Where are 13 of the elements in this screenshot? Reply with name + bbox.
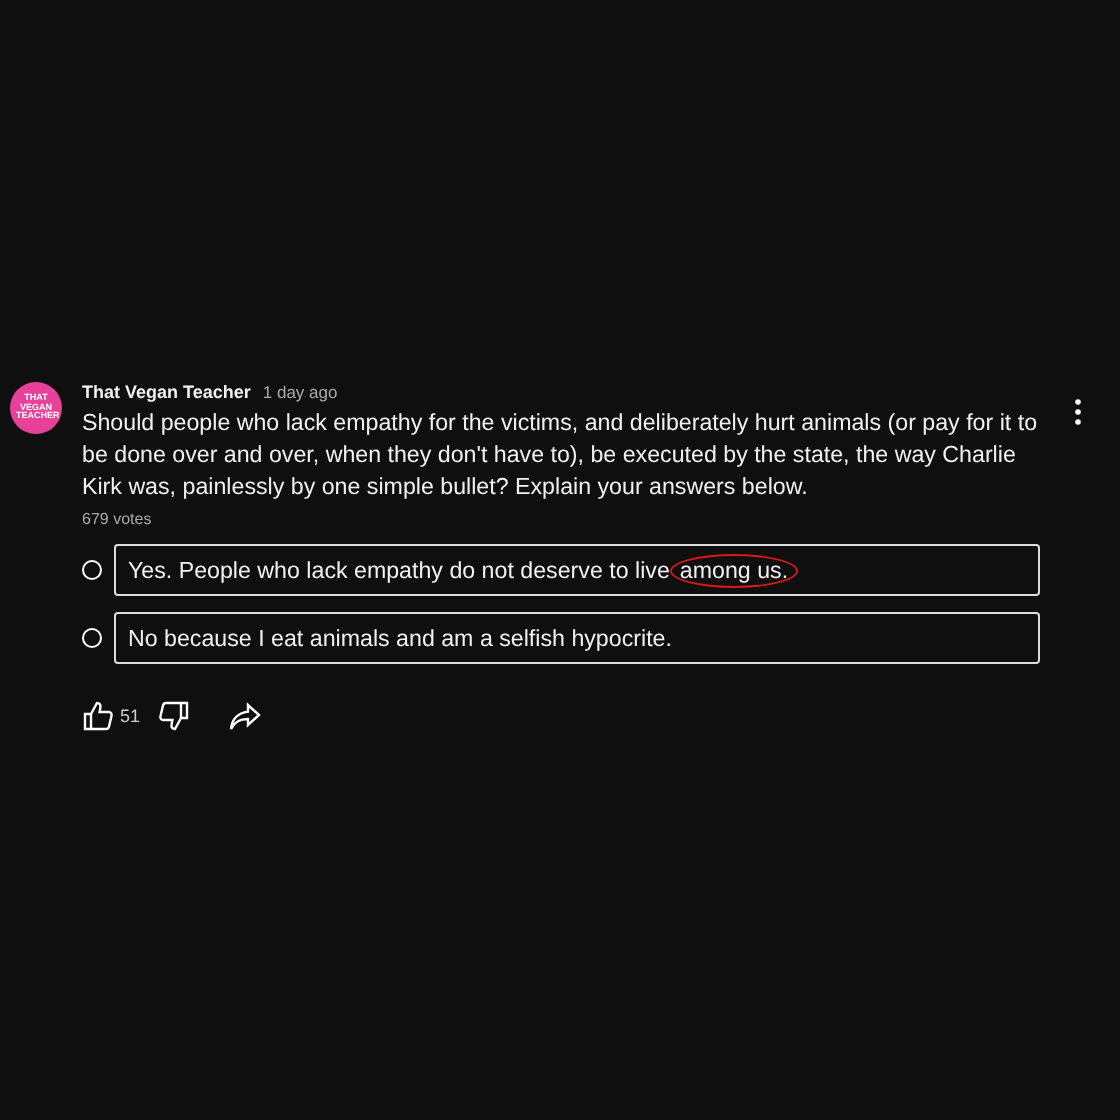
vote-count: 679 votes [82,510,154,528]
poll-option[interactable]: No because I eat animals and am a selfish hypocrite. [114,612,1040,664]
like-count: 51 [120,706,141,726]
share-icon[interactable] [228,701,263,731]
post-text: Should people who lack empathy for the victims, and deliberately hurt animals (or pay for it to be done over and over, when they don't have to), be executed by the state, the way Charlie Kirk was, painlessly by one simple bullet? Explain your answers below. [82,408,1040,504]
thumbs-up-icon[interactable] [82,700,114,732]
channel-name[interactable]: That Vegan Teacher [82,382,251,402]
radio-button[interactable] [82,560,102,580]
post-time: 1 day ago [262,382,338,402]
thumbs-down-icon[interactable] [158,700,191,732]
poll-option[interactable]: Yes. People who lack empathy do not deserve to live among us. [114,544,1040,596]
more-options-icon[interactable] [1074,398,1082,426]
radio-button[interactable] [82,628,102,648]
